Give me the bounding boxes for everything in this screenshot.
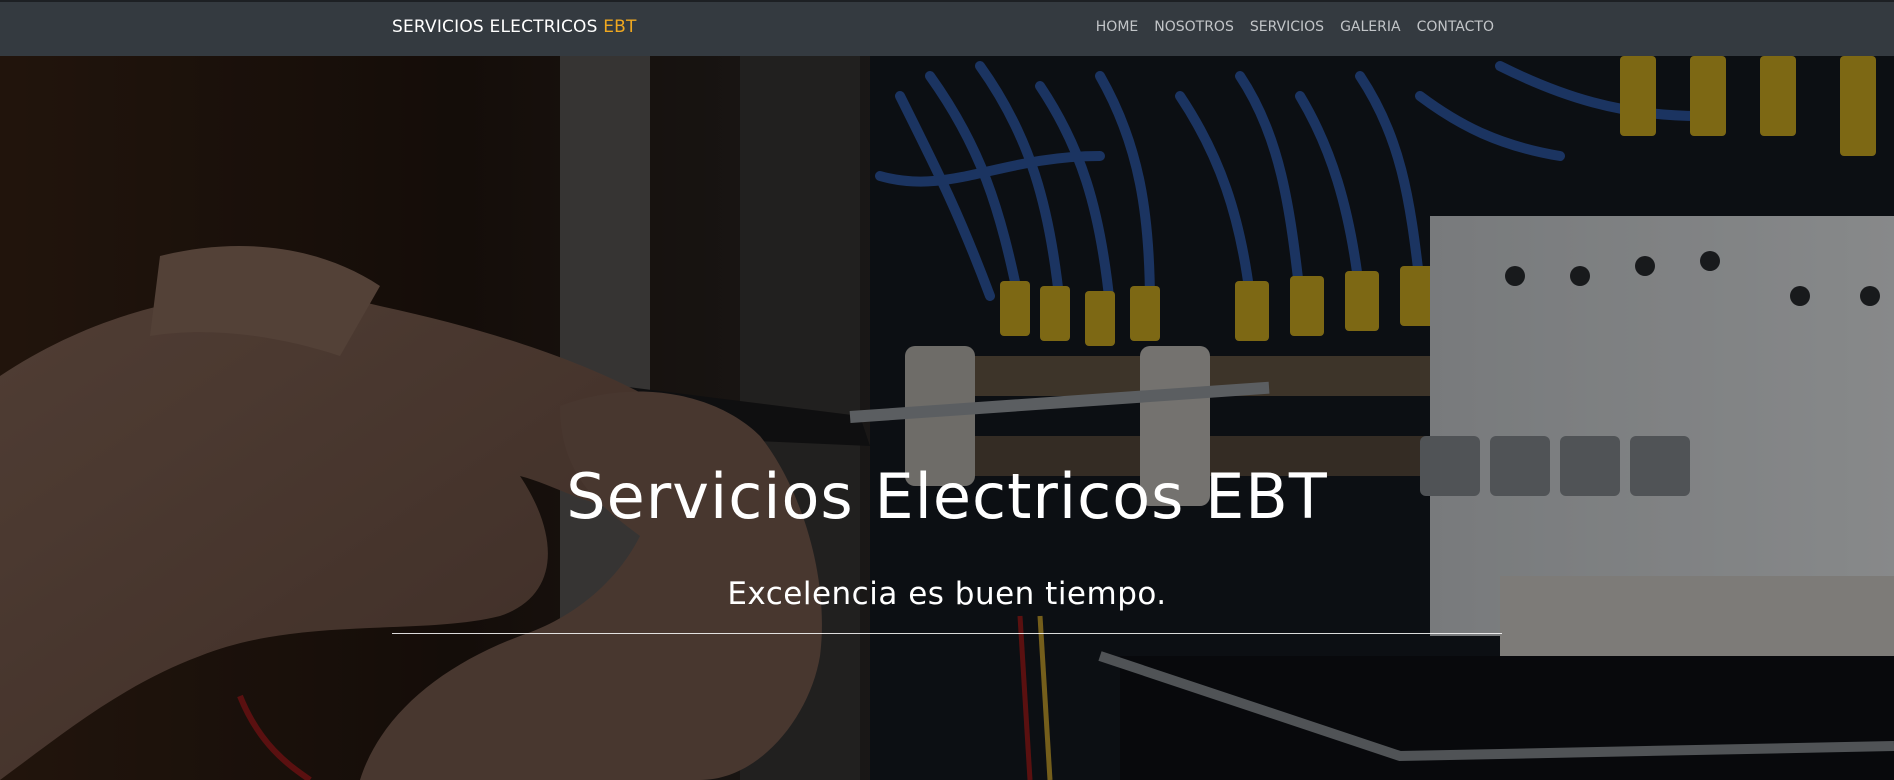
hero-title: Servicios Electricos EBT xyxy=(566,460,1328,533)
navbar: SERVICIOS ELECTRICOS EBT HOME NOSOTROS S… xyxy=(0,0,1894,56)
nav-galeria[interactable]: GALERIA xyxy=(1340,19,1401,35)
brand-logo[interactable]: SERVICIOS ELECTRICOS EBT xyxy=(392,17,637,37)
hero-section: Servicios Electricos EBT Excelencia es b… xyxy=(0,56,1894,780)
hero-subtitle: Excelencia es buen tiempo. xyxy=(727,576,1167,612)
main-nav: HOME NOSOTROS SERVICIOS GALERIA CONTACTO xyxy=(1096,19,1494,35)
nav-home[interactable]: HOME xyxy=(1096,19,1138,35)
brand-accent: EBT xyxy=(603,17,637,37)
brand-text: SERVICIOS ELECTRICOS xyxy=(392,17,604,37)
nav-contacto[interactable]: CONTACTO xyxy=(1417,19,1494,35)
hero-divider xyxy=(392,633,1502,634)
hero-overlay xyxy=(0,56,1894,780)
nav-servicios[interactable]: SERVICIOS xyxy=(1250,19,1324,35)
nav-nosotros[interactable]: NOSOTROS xyxy=(1154,19,1234,35)
